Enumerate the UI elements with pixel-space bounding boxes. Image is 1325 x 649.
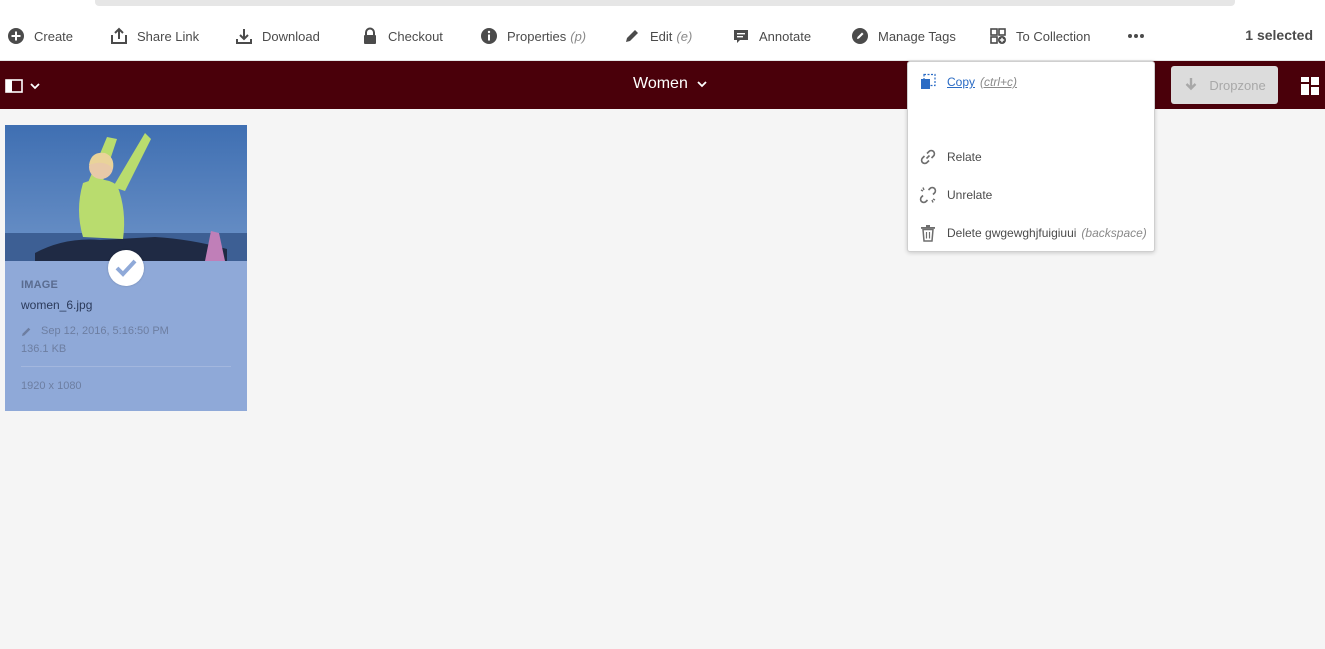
selection-count: 1 selected (1245, 27, 1313, 43)
folder-title-dropdown[interactable]: Women (633, 75, 707, 93)
add-circle-icon (8, 28, 24, 44)
folder-title: Women (633, 75, 688, 92)
asset-size: 136.1 KB (21, 343, 67, 355)
relate-label: Relate (947, 150, 982, 164)
link-icon (920, 149, 936, 165)
to-collection-button[interactable]: To Collection (989, 24, 1090, 48)
download-label: Download (262, 28, 320, 44)
asset-modified-date: Sep 12, 2016, 5:16:50 PM (41, 325, 169, 337)
edit-shortcut: (e) (676, 28, 693, 44)
edit-button[interactable]: Edit (e) (623, 24, 692, 48)
unrelate-menu-item[interactable]: Unrelate (919, 184, 992, 206)
lock-icon (364, 27, 376, 44)
properties-button[interactable]: Properties (p) (480, 24, 586, 48)
view-switcher-button[interactable] (1301, 77, 1319, 100)
relate-menu-item[interactable]: Relate (919, 146, 982, 168)
more-icon (1128, 34, 1144, 38)
checkmark-icon (115, 259, 137, 277)
asset-card[interactable]: IMAGE women_6.jpg Sep 12, 2016, 5:16:50 … (5, 125, 247, 411)
checkout-button[interactable]: Checkout (361, 24, 443, 48)
share-link-button[interactable]: Share Link (110, 24, 199, 48)
chevron-down-icon (30, 83, 40, 90)
asset-type: IMAGE (21, 279, 59, 291)
checkout-label: Checkout (388, 28, 443, 44)
delete-menu-item[interactable]: Delete gwgewghjfuigiuui (backspace) (919, 222, 1147, 244)
unlink-icon (919, 186, 937, 204)
dropzone-label: Dropzone (1209, 77, 1266, 93)
asset-thumbnail (5, 125, 247, 261)
chevron-down-icon (697, 81, 707, 88)
annotate-button[interactable]: Annotate (732, 24, 811, 48)
asset-modified: Sep 12, 2016, 5:16:50 PM (21, 325, 169, 337)
card-view-icon (1301, 77, 1319, 95)
collection-add-icon (990, 28, 1006, 44)
delete-shortcut: (backspace) (1081, 226, 1147, 240)
manage-tags-button[interactable]: Manage Tags (851, 24, 956, 48)
tag-icon (852, 28, 868, 44)
unrelate-label: Unrelate (947, 188, 993, 202)
more-actions-button[interactable] (1127, 24, 1154, 48)
create-button[interactable]: Create (7, 24, 73, 48)
asset-filename: women_6.jpg (21, 298, 93, 312)
to-collection-label: To Collection (1016, 28, 1091, 44)
properties-label: Properties (507, 28, 567, 44)
info-icon (481, 28, 497, 44)
horizontal-scrollbar[interactable] (95, 0, 1235, 6)
create-label: Create (34, 28, 74, 44)
asset-dimensions: 1920 x 1080 (21, 380, 82, 392)
share-link-label: Share Link (137, 28, 200, 44)
rail-toggle-button[interactable] (5, 79, 40, 93)
edit-label: Edit (650, 28, 673, 44)
selection-check-badge[interactable] (108, 250, 144, 286)
pencil-icon (22, 327, 31, 336)
trash-icon (921, 225, 935, 242)
copy-shortcut: (ctrl+c) (980, 75, 1018, 89)
manage-tags-label: Manage Tags (878, 28, 956, 44)
download-icon (236, 29, 252, 44)
card-divider (21, 366, 231, 367)
comment-icon (734, 30, 748, 43)
delete-label: Delete gwgewghjfuigiuui (947, 226, 1077, 240)
share-icon (111, 27, 127, 44)
sidebar-icon (5, 79, 23, 93)
copy-menu-item[interactable]: Copy (ctrl+c) (919, 71, 1017, 93)
copy-label: Copy (947, 75, 976, 89)
action-bar: Create Share Link Download Checkout Prop… (0, 0, 1325, 61)
copy-icon (921, 73, 936, 89)
properties-shortcut: (p) (570, 28, 587, 44)
download-icon (1185, 78, 1197, 91)
pencil-icon (626, 30, 638, 42)
dropzone-button[interactable]: Dropzone (1171, 66, 1278, 104)
more-actions-popover: Copy (ctrl+c) Relate Unrelate Delete gwg… (907, 61, 1155, 252)
annotate-label: Annotate (759, 28, 812, 44)
download-button[interactable]: Download (235, 24, 320, 48)
